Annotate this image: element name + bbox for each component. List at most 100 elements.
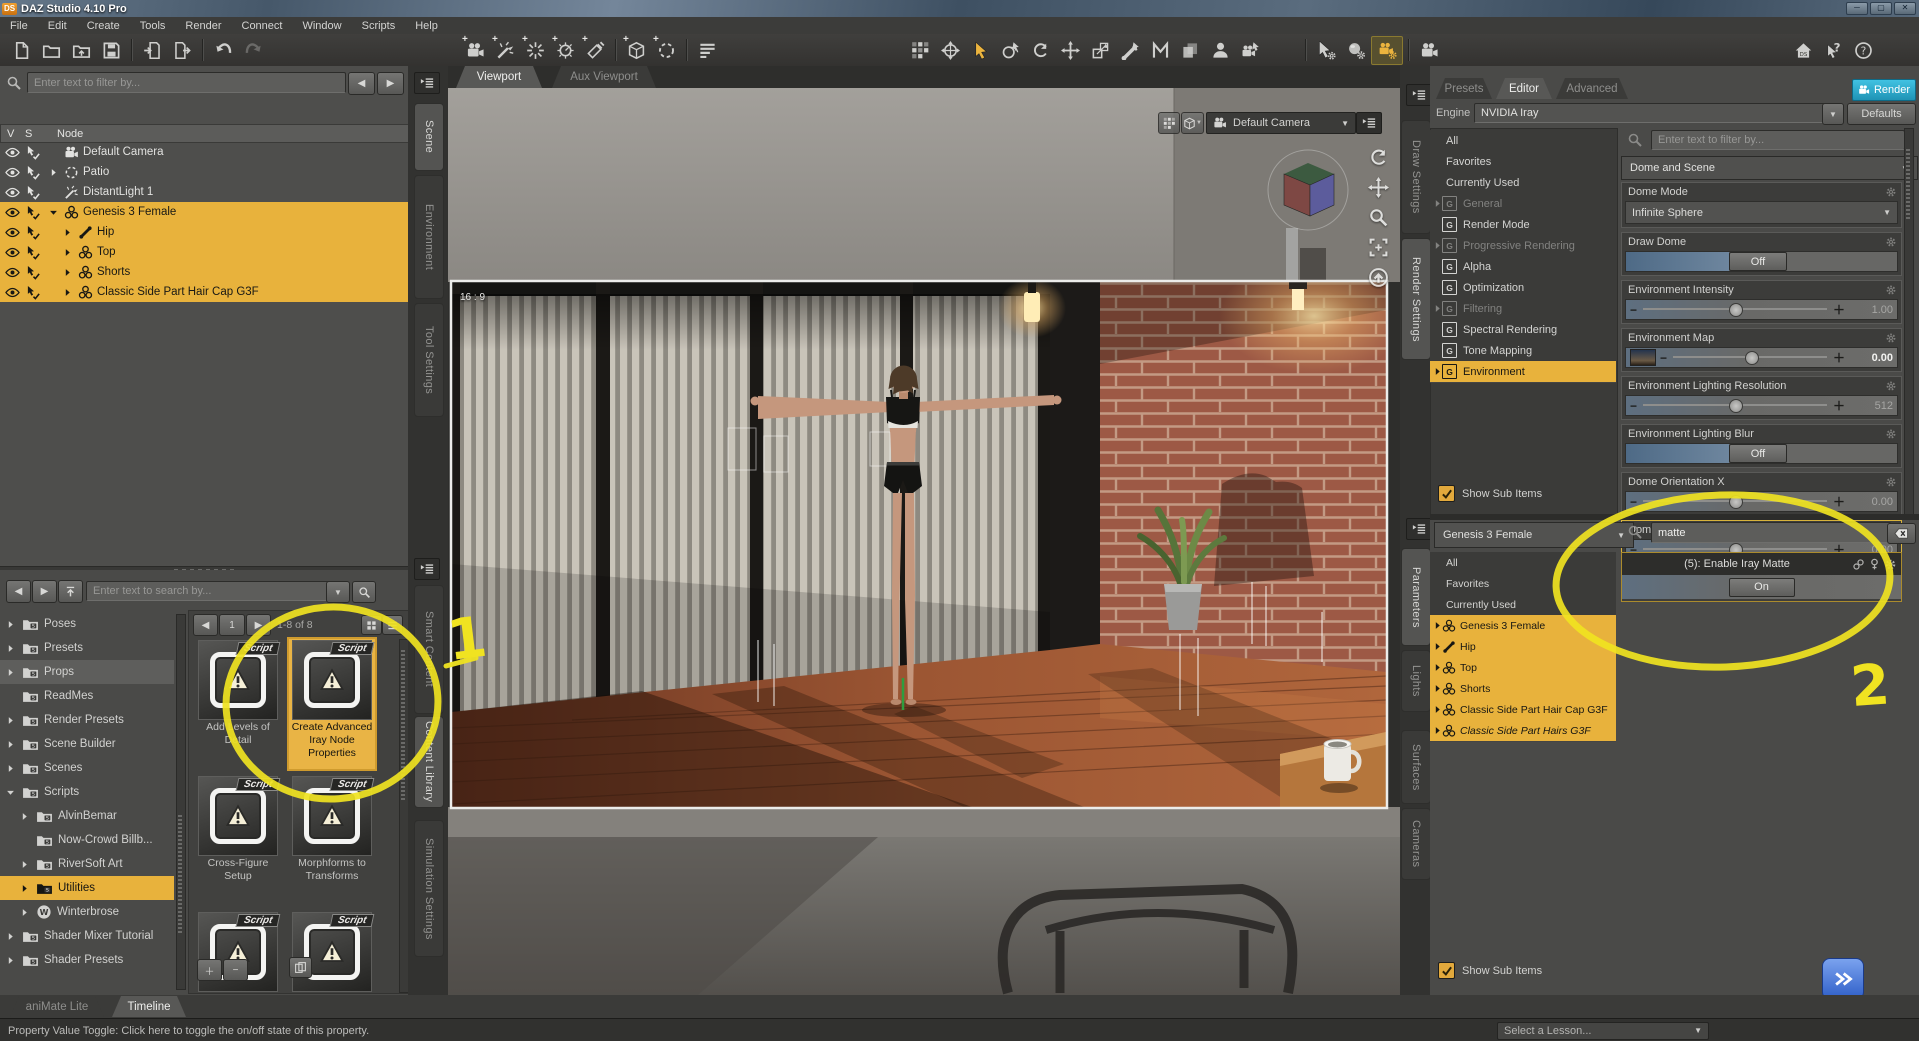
render-category-environment[interactable]: G Environment <box>1430 361 1616 383</box>
gear-icon[interactable] <box>1885 332 1897 344</box>
tab-environment[interactable]: Environment <box>414 175 444 299</box>
render-frame-icon[interactable] <box>1414 37 1444 64</box>
lesson-selector[interactable]: Select a Lesson... ▼ <box>1497 1021 1709 1040</box>
parameter-node-favorites[interactable]: Favorites <box>1430 573 1616 595</box>
scene-node-shorts[interactable]: Shorts <box>0 262 408 282</box>
new-null-icon[interactable]: + <box>651 34 681 64</box>
expander-icon[interactable] <box>6 956 15 965</box>
content-item-cross-figure-setup[interactable]: Script Cross-Figure Setup <box>195 775 281 905</box>
zoom-out-button[interactable]: − <box>223 959 248 981</box>
tab-presets[interactable]: Presets <box>1436 78 1492 99</box>
help-icon[interactable] <box>1848 37 1878 64</box>
folder-scene-builder[interactable]: Scene Builder <box>0 732 174 756</box>
panel-splitter[interactable] <box>1430 514 1919 520</box>
parameter-node-hip[interactable]: Hip <box>1430 636 1616 658</box>
tab-editor[interactable]: Editor <box>1496 78 1552 99</box>
parameter-node-top[interactable]: Top <box>1430 657 1616 679</box>
new-distant-light-icon[interactable]: + <box>490 34 520 64</box>
show-sub-items-checkbox[interactable]: Show Sub Items <box>1438 962 1542 979</box>
content-item-script-4[interactable]: Script <box>195 911 281 993</box>
tab-parameters[interactable]: Parameters <box>1401 548 1431 646</box>
render-category-alpha[interactable]: G Alpha <box>1430 256 1616 278</box>
expander-icon[interactable] <box>20 860 29 869</box>
expander-icon[interactable] <box>63 268 72 277</box>
open-file-icon[interactable] <box>36 37 66 64</box>
expander-icon[interactable] <box>49 188 58 197</box>
folder-scripts[interactable]: Scripts <box>0 780 174 804</box>
slider-decrement[interactable]: − <box>1630 400 1637 412</box>
folder-alvinbemar[interactable]: AlvinBemar <box>0 804 174 828</box>
gear-icon[interactable] <box>1885 380 1897 392</box>
minimize-button[interactable]: ─ <box>1846 2 1868 15</box>
list-view-icon[interactable] <box>382 615 403 635</box>
visibility-eye-icon[interactable] <box>5 185 20 200</box>
zoom-in-button[interactable]: ＋ <box>197 959 222 981</box>
expander-icon[interactable] <box>20 908 29 917</box>
selectable-cursor-icon[interactable] <box>26 165 41 180</box>
expander-icon[interactable] <box>63 288 72 297</box>
slider-increment[interactable]: ＋ <box>1833 352 1845 364</box>
gear-icon[interactable] <box>1885 236 1897 248</box>
import-icon[interactable] <box>137 37 167 64</box>
tab-viewport[interactable]: Viewport <box>456 66 542 88</box>
tab-scene[interactable]: Scene <box>414 103 444 171</box>
content-up-button[interactable] <box>58 580 83 603</box>
folder-poses[interactable]: Poses <box>0 612 174 636</box>
new-group-icon[interactable]: + <box>621 34 651 64</box>
content-item-create-advanced-iray-node-properties[interactable]: Script Create Advanced Iray Node Properti… <box>287 637 377 771</box>
tab-smart-content[interactable]: Smart Content <box>414 585 444 714</box>
folder-scenes[interactable]: Scenes <box>0 756 174 780</box>
tab-simulation-settings[interactable]: Simulation Settings <box>414 820 444 957</box>
viewport-menu-icon[interactable] <box>1356 112 1382 134</box>
figure-setup-icon[interactable] <box>1205 37 1235 64</box>
orbit-tool-icon[interactable] <box>1364 144 1392 170</box>
render-category-progressive-rendering[interactable]: G Progressive Rendering <box>1430 235 1616 257</box>
slider-decrement[interactable]: − <box>1630 496 1637 508</box>
visibility-eye-icon[interactable] <box>5 165 20 180</box>
open-merge-icon[interactable] <box>66 37 96 64</box>
key-icon[interactable] <box>1868 558 1881 571</box>
tab-lights[interactable]: Lights <box>1401 650 1431 712</box>
export-icon[interactable] <box>167 37 197 64</box>
visibility-eye-icon[interactable] <box>5 225 20 240</box>
expander-icon[interactable] <box>6 740 15 749</box>
folder-presets[interactable]: Presets <box>0 636 174 660</box>
interactive-lessons-icon[interactable] <box>1822 958 1864 1000</box>
parameter-node-currently-used[interactable]: Currently Used <box>1430 594 1616 616</box>
slider-decrement[interactable]: − <box>1630 304 1637 316</box>
property-filter-input[interactable] <box>1651 130 1905 150</box>
tab-animate-lite[interactable]: aniMate Lite <box>10 996 104 1017</box>
scene-filter-input[interactable] <box>27 72 346 93</box>
render-category-filtering[interactable]: G Filtering <box>1430 298 1616 320</box>
node-selection-tool-icon[interactable] <box>965 37 995 64</box>
scene-info-icon[interactable] <box>692 37 722 64</box>
geometry-editor-tool-icon[interactable] <box>1175 37 1205 64</box>
slider-increment[interactable]: ＋ <box>1833 304 1845 316</box>
expander-icon[interactable] <box>20 836 29 845</box>
render-category-all[interactable]: All <box>1430 130 1616 152</box>
content-item-morphforms-to-transforms[interactable]: Script Morphforms to Transforms <box>289 775 375 905</box>
parameter-node-all[interactable]: All <box>1430 552 1616 574</box>
content-back-button[interactable]: ◀ <box>6 580 31 603</box>
parameter-node-classic-side-part-hairs-g3f[interactable]: Classic Side Part Hairs G3F <box>1430 720 1616 742</box>
content-forward-button[interactable]: ▶ <box>32 580 57 603</box>
content-search-input[interactable] <box>86 581 332 601</box>
gear-icon[interactable] <box>1885 186 1897 198</box>
tab-content-library[interactable]: Content Library <box>414 716 444 808</box>
property-slider[interactable] <box>1671 348 1829 367</box>
page-number[interactable]: 1 <box>219 614 245 636</box>
defaults-button[interactable]: Defaults <box>1847 103 1916 125</box>
scene-node-patio[interactable]: Patio <box>0 162 408 182</box>
render-category-currently-used[interactable]: Currently Used <box>1430 172 1616 194</box>
scene-dock-menu-icon[interactable] <box>414 72 440 94</box>
spot-render-tool-icon[interactable] <box>1235 37 1265 64</box>
folder-shader-presets[interactable]: Shader Presets <box>0 948 174 972</box>
content-item-script-5[interactable]: Script <box>289 911 375 993</box>
gear-icon[interactable] <box>1884 558 1897 571</box>
pan-tool-icon[interactable] <box>1364 174 1392 200</box>
camera-selector[interactable]: Default Camera ▼ <box>1206 112 1356 134</box>
tab-cameras[interactable]: Cameras <box>1401 808 1431 880</box>
gear-icon[interactable] <box>1885 284 1897 296</box>
property-toggle[interactable]: Off <box>1728 444 1787 463</box>
tab-timeline[interactable]: Timeline <box>112 996 186 1017</box>
